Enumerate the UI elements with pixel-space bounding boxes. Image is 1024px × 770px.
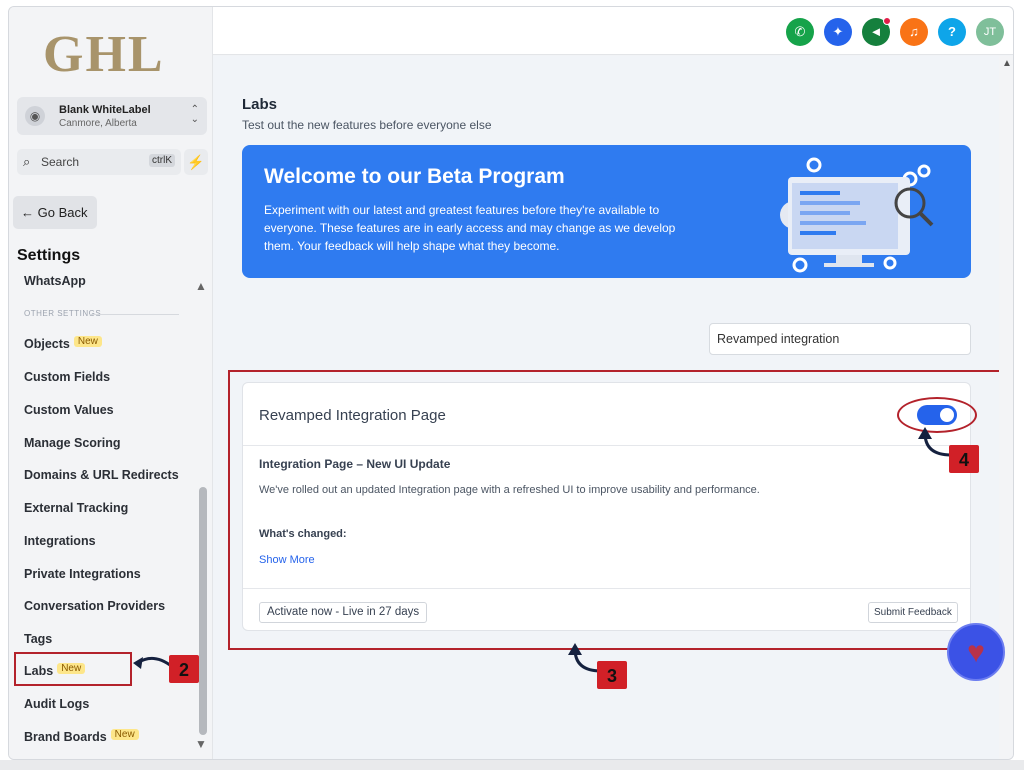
settings-title: Settings xyxy=(17,247,81,264)
divider xyxy=(89,314,179,315)
sidebar-item-label: Custom Fields xyxy=(24,370,111,384)
sidebar-item-brand-boards[interactable]: Brand Boards New xyxy=(24,729,139,744)
new-badge: New xyxy=(110,729,139,740)
labs-highlight-box xyxy=(14,652,132,686)
sidebar-item-label: Objects xyxy=(24,337,70,351)
sidebar-item-label: Integrations xyxy=(24,534,96,548)
user-icon: ◉ xyxy=(25,106,45,126)
sidebar-item-label: Private Integrations xyxy=(24,567,141,581)
magic-icon[interactable]: ✦ xyxy=(824,18,852,46)
page-subtitle: Test out the new features before everyon… xyxy=(242,118,492,132)
sidebar-item-custom-fields[interactable]: Custom Fields xyxy=(24,370,110,384)
heart-icon: ♥ xyxy=(967,636,985,669)
sidebar-item-label: WhatsApp xyxy=(24,274,86,288)
sidebar-item-label: Conversation Providers xyxy=(24,599,166,613)
new-badge: New xyxy=(73,336,102,347)
step-4-marker: 4 xyxy=(949,445,979,473)
main-content: Labs Test out the new features before ev… xyxy=(213,56,1006,759)
card-highlight-box xyxy=(228,370,1006,650)
scroll-down-icon[interactable]: ▼ xyxy=(195,737,207,751)
sidebar: GHL ◉ Blank WhiteLabel Canmore, Alberta … xyxy=(9,7,213,759)
sidebar-item-domains[interactable]: Domains & URL Redirects xyxy=(24,468,179,482)
arrow-left-icon: ← xyxy=(21,205,34,220)
sidebar-item-label: Audit Logs xyxy=(24,697,90,711)
step-2-marker: 2 xyxy=(169,655,199,683)
search-input[interactable]: ⌕ Search ctrlK xyxy=(17,149,181,175)
sidebar-scrollbar[interactable] xyxy=(199,487,207,735)
help-widget-button[interactable]: ♥ xyxy=(947,623,1005,681)
account-name: Blank WhiteLabel xyxy=(59,104,151,116)
sidebar-item-whatsapp[interactable]: WhatsApp xyxy=(24,274,86,288)
help-icon[interactable]: ? xyxy=(938,18,966,46)
sidebar-item-label: Domains & URL Redirects xyxy=(24,468,179,482)
go-back-label: Go Back xyxy=(37,205,88,220)
sidebar-item-label: Tags xyxy=(24,632,53,646)
megaphone-icon[interactable]: ◄ xyxy=(862,17,891,46)
sidebar-item-label: External Tracking xyxy=(24,501,129,515)
sidebar-item-label: Manage Scoring xyxy=(24,436,121,450)
sidebar-item-label: Custom Values xyxy=(24,403,114,417)
scroll-up-icon[interactable]: ▲ xyxy=(195,279,207,293)
search-icon: ⌕ xyxy=(23,154,31,169)
sidebar-item-custom-values[interactable]: Custom Values xyxy=(24,403,114,417)
app-window: GHL ◉ Blank WhiteLabel Canmore, Alberta … xyxy=(8,6,1014,760)
sidebar-item-audit-logs[interactable]: Audit Logs xyxy=(24,697,89,711)
step-3-marker: 3 xyxy=(597,661,627,689)
sidebar-item-external-tracking[interactable]: External Tracking xyxy=(24,501,128,515)
feature-search-input[interactable]: Revamped integration xyxy=(709,323,971,355)
account-location: Canmore, Alberta xyxy=(59,118,137,129)
sidebar-item-integrations[interactable]: Integrations xyxy=(24,534,96,548)
banner-title: Welcome to our Beta Program xyxy=(264,165,565,188)
search-shortcut: ctrlK xyxy=(149,154,175,167)
sidebar-item-tags[interactable]: Tags xyxy=(24,632,52,646)
beta-banner: Welcome to our Beta Program Experiment w… xyxy=(242,145,971,278)
sidebar-item-manage-scoring[interactable]: Manage Scoring xyxy=(24,436,121,450)
banner-text: Experiment with our latest and greatest … xyxy=(264,203,676,253)
scroll-up-icon[interactable]: ▲ xyxy=(1002,58,1012,69)
page-title: Labs xyxy=(242,96,278,113)
sidebar-item-conversation-providers[interactable]: Conversation Providers xyxy=(24,599,165,613)
status-strip xyxy=(0,760,1024,770)
logo: GHL xyxy=(43,26,165,83)
go-back-button[interactable]: ← Go Back xyxy=(13,196,97,229)
topbar: ✆ ✦ ◄ ♫ ? JT xyxy=(213,7,1013,55)
bolt-icon[interactable]: ⚡ xyxy=(184,149,208,175)
avatar[interactable]: JT xyxy=(976,18,1004,46)
sidebar-item-label: Brand Boards xyxy=(24,730,107,744)
account-switcher[interactable]: ◉ Blank WhiteLabel Canmore, Alberta ⌃ ⌄ xyxy=(17,97,207,135)
sidebar-item-objects[interactable]: Objects New xyxy=(24,336,102,351)
phone-icon[interactable]: ✆ xyxy=(786,18,814,46)
notification-dot xyxy=(883,17,891,25)
computer-gears-illustration xyxy=(780,157,934,273)
chevron-updown-icon: ⌃ ⌄ xyxy=(190,104,199,125)
search-placeholder: Search xyxy=(41,155,80,169)
bell-icon[interactable]: ♫ xyxy=(900,18,928,46)
sidebar-item-private-integrations[interactable]: Private Integrations xyxy=(24,567,141,581)
